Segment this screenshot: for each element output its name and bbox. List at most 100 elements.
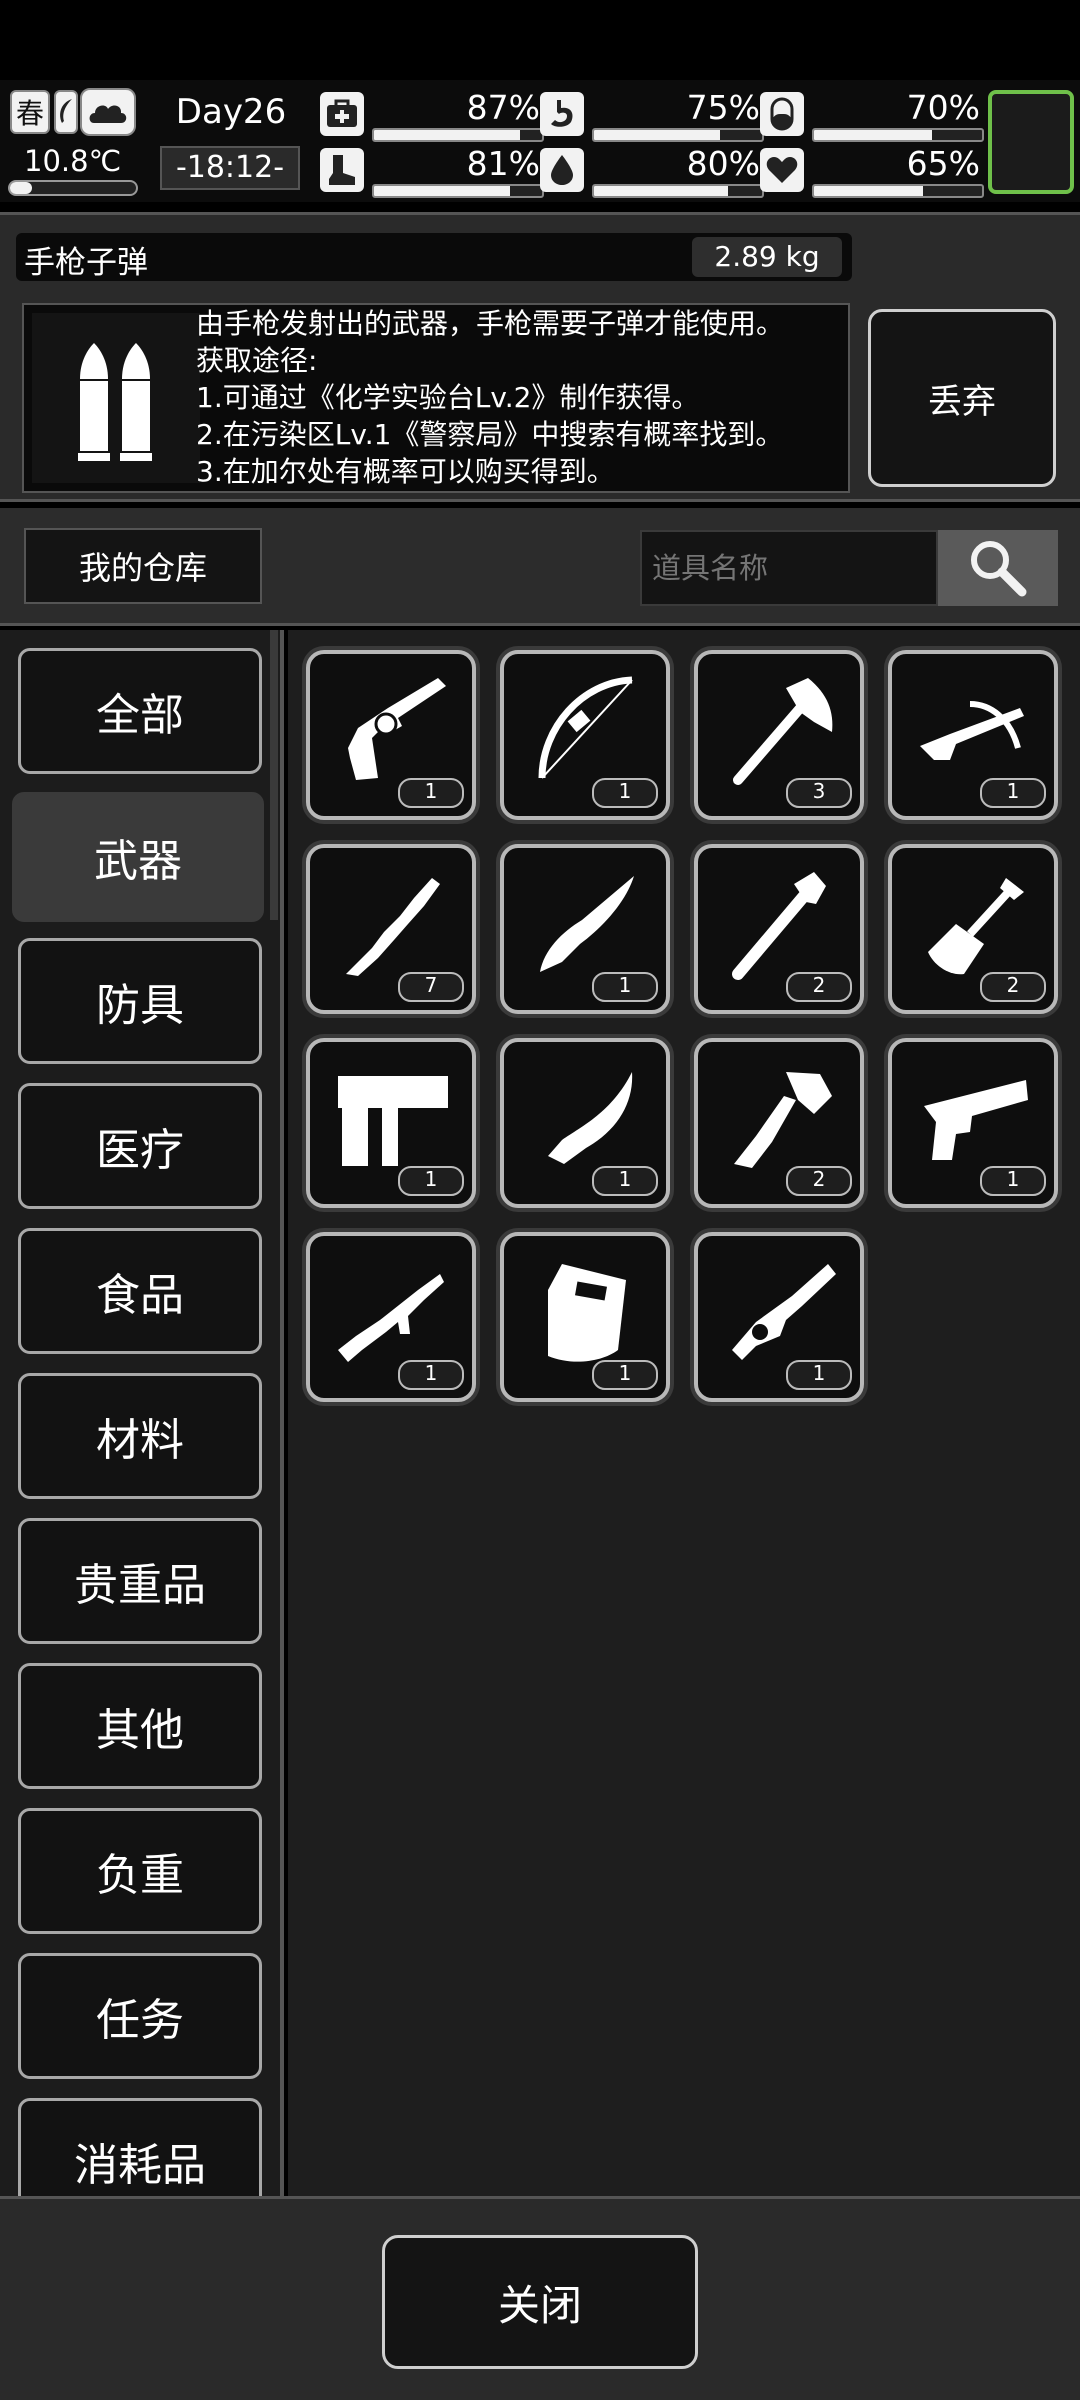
inventory-slot[interactable]: 3 — [694, 650, 864, 820]
category-other[interactable]: 其他 — [18, 1663, 262, 1789]
inventory-slot[interactable]: 2 — [694, 844, 864, 1014]
revolver-icon — [348, 678, 446, 780]
category-valuables[interactable]: 贵重品 — [18, 1518, 262, 1644]
item-count: 1 — [592, 1360, 658, 1390]
hunger-bar — [592, 128, 764, 142]
riot-shield-icon — [548, 1264, 626, 1362]
immunity-bar — [812, 128, 984, 142]
knife-icon — [540, 876, 634, 972]
item-count: 1 — [980, 1166, 1046, 1196]
mood-bar — [812, 184, 984, 198]
pipe-wrench-icon — [732, 872, 826, 980]
inventory-slot[interactable]: 2 — [694, 1038, 864, 1208]
category-consumables[interactable]: 消耗品 — [18, 2098, 262, 2196]
stamina-value: 81% — [466, 144, 540, 183]
item-count: 2 — [786, 972, 852, 1002]
storage-title: 我的仓库 — [24, 528, 262, 604]
close-button[interactable]: 关闭 — [382, 2235, 698, 2369]
ammo-icon — [32, 313, 200, 483]
discard-button[interactable]: 丢弃 — [868, 309, 1056, 487]
item-count: 1 — [398, 778, 464, 808]
inventory-slot[interactable]: 1 — [500, 650, 670, 820]
day-counter: Day26 — [175, 92, 287, 132]
tomahawk-icon — [734, 1072, 832, 1168]
season-badge: 春 — [10, 90, 50, 134]
inventory-slot[interactable]: 1 — [500, 1038, 670, 1208]
footer-bar: 关闭 — [0, 2196, 1080, 2400]
nail-gun-icon — [338, 1076, 448, 1166]
item-count: 2 — [980, 972, 1046, 1002]
inventory-slot[interactable]: 1 — [500, 844, 670, 1014]
machete-icon — [548, 1072, 633, 1164]
stamina-bar — [372, 184, 544, 198]
equipped-slot[interactable] — [988, 90, 1074, 194]
inventory-grid: 1 1 3 1 7 1 2 2 1 1 2 1 1 1 1 — [288, 630, 1080, 2196]
category-medical[interactable]: 医疗 — [18, 1083, 262, 1209]
category-all[interactable]: 全部 — [18, 648, 262, 774]
stats-panel: 87% 75% 70% 81% 80% 65% — [320, 88, 984, 200]
sidebar-scrollbar[interactable] — [270, 630, 278, 920]
hunger-value: 75% — [686, 88, 760, 127]
item-count: 1 — [980, 778, 1046, 808]
crossbow-icon — [920, 701, 1024, 760]
search-icon — [971, 541, 1027, 597]
status-hud: 春 10.8℃ Day26 -18:12- 87% 75% 70% 81% 80… — [0, 80, 1080, 202]
thirst-value: 80% — [686, 144, 760, 183]
item-count: 1 — [592, 778, 658, 808]
heart-icon — [760, 148, 804, 192]
item-name-bar: 手枪子弹 2.89 kg — [16, 233, 852, 281]
game-clock: -18:12- — [160, 146, 300, 190]
boot-icon — [320, 148, 364, 192]
item-count: 2 — [786, 1166, 852, 1196]
temperature-gauge — [8, 180, 138, 196]
pill-icon — [760, 92, 804, 136]
cloud-icon — [80, 88, 136, 136]
item-description: 由手枪发射出的武器，手枪需要子弹才能使用。 获取途径: 1.可通过《化学实验台L… — [196, 307, 785, 488]
water-drop-icon — [540, 148, 584, 192]
item-count: 1 — [592, 972, 658, 1002]
leaf-icon — [54, 90, 78, 134]
wooden-club-icon — [346, 878, 440, 976]
search-input[interactable] — [640, 530, 938, 606]
inventory-slot[interactable]: 1 — [306, 650, 476, 820]
pistol-icon — [924, 1080, 1028, 1160]
shovel-icon — [928, 878, 1024, 975]
axe-icon — [733, 678, 833, 785]
bow-icon — [538, 676, 633, 779]
category-carry[interactable]: 负重 — [18, 1808, 262, 1934]
inventory-slot[interactable]: 1 — [694, 1232, 864, 1402]
stomach-icon — [540, 92, 584, 136]
inventory-slot[interactable]: 1 — [888, 1038, 1058, 1208]
item-description-box: 由手枪发射出的武器，手枪需要子弹才能使用。 获取途径: 1.可通过《化学实验台L… — [22, 303, 850, 493]
thirst-bar — [592, 184, 764, 198]
inventory-slot[interactable]: 1 — [306, 1038, 476, 1208]
category-sidebar: 全部 武器 防具 医疗 食品 材料 贵重品 其他 负重 任务 消耗品 — [0, 630, 284, 2196]
inventory-slot[interactable]: 1 — [500, 1232, 670, 1402]
category-armor[interactable]: 防具 — [18, 938, 262, 1064]
storage-bar: 我的仓库 — [0, 508, 1080, 626]
health-bar — [372, 128, 544, 142]
item-count: 1 — [592, 1166, 658, 1196]
category-materials[interactable]: 材料 — [18, 1373, 262, 1499]
item-name: 手枪子弹 — [24, 245, 148, 281]
inventory-slot[interactable]: 7 — [306, 844, 476, 1014]
inventory-slot[interactable]: 2 — [888, 844, 1058, 1014]
item-info-panel: 手枪子弹 2.89 kg 由手枪发射出的武器，手枪需要子弹才能使用。 获取途径:… — [0, 212, 1080, 502]
category-food[interactable]: 食品 — [18, 1228, 262, 1354]
submachine-gun-icon — [338, 1274, 444, 1362]
item-count: 1 — [398, 1360, 464, 1390]
inventory-slot[interactable]: 1 — [888, 650, 1058, 820]
medkit-icon — [320, 92, 364, 136]
category-quest[interactable]: 任务 — [18, 1953, 262, 2079]
item-count: 1 — [398, 1166, 464, 1196]
season-label: 春 — [15, 97, 44, 130]
item-weight: 2.89 kg — [692, 237, 842, 277]
inventory-slot[interactable]: 1 — [306, 1232, 476, 1402]
minigun-icon — [732, 1264, 836, 1360]
item-count: 1 — [786, 1360, 852, 1390]
search-button[interactable] — [938, 530, 1058, 606]
item-count: 3 — [786, 778, 852, 808]
mood-value: 65% — [906, 144, 980, 183]
category-weapons[interactable]: 武器 — [12, 792, 264, 922]
temperature-readout: 10.8℃ — [24, 144, 122, 178]
